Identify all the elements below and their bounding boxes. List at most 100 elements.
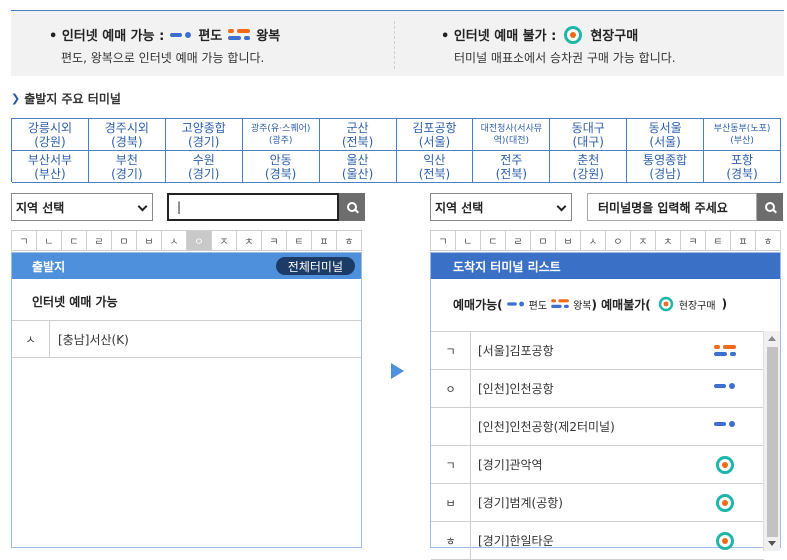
terminal-link[interactable]: 울산 (울산) bbox=[319, 151, 397, 183]
round-trip-icon bbox=[714, 344, 736, 358]
terminal-link[interactable]: 전주 (전북) bbox=[473, 151, 551, 183]
consonant-filter[interactable]: ㅇ bbox=[606, 231, 631, 251]
consonant-filter[interactable]: ㄷ bbox=[481, 231, 506, 251]
departure-header-label: 출발지 bbox=[32, 259, 66, 274]
consonant-filter[interactable]: ㄹ bbox=[87, 231, 112, 251]
terminal-name-cell: [경기]한일타운 bbox=[471, 522, 764, 559]
terminal-name: [경기]한일타운 bbox=[478, 534, 554, 548]
online-available-label: 인터넷 예매 가능 bbox=[32, 295, 118, 309]
consonant-filter[interactable]: ㅋ bbox=[681, 231, 706, 251]
consonant-filter[interactable]: ㅍ bbox=[312, 231, 337, 251]
list-item[interactable]: ㄱ [경기]관악역 bbox=[431, 446, 764, 484]
terminal-link-region: 역)(대전) bbox=[493, 135, 530, 146]
list-item[interactable]: ㄱ [서울]김포공항 bbox=[431, 332, 764, 370]
chevron-down-icon bbox=[137, 201, 148, 212]
arrival-search-input[interactable]: 터미널명을 입력해 주세요 bbox=[587, 193, 757, 221]
departure-search-button[interactable] bbox=[339, 193, 365, 221]
terminal-link[interactable]: 포항 (경북) bbox=[704, 151, 781, 183]
terminal-link-name: 대전청사(서사뮤 bbox=[480, 123, 543, 134]
terminal-link-region: (전북) bbox=[418, 166, 451, 181]
list-item[interactable]: ㅇ [인천]인천공항 bbox=[431, 370, 764, 408]
consonant-filter[interactable]: ㅂ bbox=[556, 231, 581, 251]
terminal-name: [인천]인천공항(제2터미널) bbox=[478, 420, 615, 434]
terminal-link[interactable]: 부천 (경기) bbox=[88, 151, 166, 183]
row-initial: ㅂ bbox=[431, 484, 471, 521]
consonant-filter[interactable]: ㅌ bbox=[706, 231, 731, 251]
terminal-link-name: 경주시외 bbox=[104, 120, 149, 135]
terminal-link-name: 수원 bbox=[192, 152, 215, 167]
departure-region-select-value: 지역 선택 bbox=[16, 200, 65, 215]
arrival-scrollbar[interactable] bbox=[763, 331, 780, 551]
consonant-filter[interactable]: ㅊ bbox=[656, 231, 681, 251]
consonant-filter[interactable]: ㅊ bbox=[237, 231, 262, 251]
arrival-search-button[interactable] bbox=[757, 193, 783, 221]
terminal-link[interactable]: 광주(유·스퀘어) (광주) bbox=[242, 119, 320, 151]
consonant-filter[interactable]: ㅈ bbox=[212, 231, 237, 251]
terminal-link[interactable]: 부산서부 (부산) bbox=[12, 151, 89, 183]
terminal-link[interactable]: 동대구 (대구) bbox=[550, 119, 628, 151]
terminal-name-cell: [서울]김포공항 bbox=[471, 332, 764, 369]
terminal-link[interactable]: 김포공항 (서울) bbox=[396, 119, 474, 151]
arrival-header-label: 도착지 터미널 리스트 bbox=[453, 259, 561, 274]
consonant-filter[interactable]: ㅂ bbox=[137, 231, 162, 251]
consonant-filter[interactable]: ㅁ bbox=[531, 231, 556, 251]
arrival-region-select[interactable]: 지역 선택 bbox=[430, 193, 572, 221]
departure-consonant-index: ㄱㄴㄷㄹㅁㅂㅅㅇㅈㅊㅋㅌㅍㅎ bbox=[11, 230, 362, 251]
terminal-link[interactable]: 동서울 (서울) bbox=[627, 119, 705, 151]
onsite-purchase-icon bbox=[716, 494, 734, 512]
consonant-filter[interactable]: ㅋ bbox=[262, 231, 287, 251]
terminal-link-name: 군산 bbox=[346, 120, 369, 135]
list-item[interactable]: ㅎ [경기]한일타운 bbox=[431, 522, 764, 560]
terminal-link-name: 동서울 bbox=[648, 120, 682, 135]
list-item[interactable]: ㅅ [충남]서산(K) bbox=[12, 320, 361, 358]
departure-search-input[interactable]: | bbox=[167, 193, 339, 221]
all-terminals-button[interactable]: 전체터미널 bbox=[275, 257, 355, 275]
consonant-filter[interactable]: ㅌ bbox=[287, 231, 312, 251]
consonant-filter[interactable]: ㄷ bbox=[62, 231, 87, 251]
consonant-filter[interactable]: ㄹ bbox=[506, 231, 531, 251]
terminal-link[interactable]: 수원 (경기) bbox=[165, 151, 243, 183]
scroll-thumb[interactable] bbox=[767, 347, 778, 537]
departure-region-select[interactable]: 지역 선택 bbox=[11, 193, 153, 221]
terminal-link[interactable]: 안동 (경북) bbox=[242, 151, 320, 183]
major-terminals-label: 출발지 주요 터미널 bbox=[24, 92, 121, 106]
consonant-filter[interactable]: ㅎ bbox=[756, 231, 781, 251]
terminal-link[interactable]: 부산동부(노포) (부산) bbox=[704, 119, 781, 151]
list-item[interactable]: [인천]인천공항(제2터미널) bbox=[431, 408, 764, 446]
terminal-name: [인천]인천공항 bbox=[478, 382, 554, 396]
terminal-link-name: 부천 bbox=[115, 152, 138, 167]
scroll-down-icon[interactable] bbox=[768, 541, 776, 546]
consonant-filter[interactable]: ㄱ bbox=[431, 231, 456, 251]
terminal-link[interactable]: 통영종합 (경남) bbox=[627, 151, 705, 183]
round-trip-icon bbox=[228, 28, 251, 42]
terminal-link[interactable]: 익산 (전북) bbox=[396, 151, 474, 183]
consonant-filter[interactable]: ㄴ bbox=[456, 231, 481, 251]
consonant-filter[interactable]: ㅁ bbox=[112, 231, 137, 251]
consonant-filter[interactable]: ㅅ bbox=[162, 231, 187, 251]
terminal-link[interactable]: 강릉시외 (강원) bbox=[12, 119, 89, 151]
terminal-link[interactable]: 대전청사(서사뮤 역)(대전) bbox=[473, 119, 551, 151]
list-item[interactable]: ㅂ [경기]범계(공항) bbox=[431, 484, 764, 522]
consonant-filter[interactable]: ㅈ bbox=[631, 231, 656, 251]
consonant-filter[interactable]: ㅍ bbox=[731, 231, 756, 251]
terminal-link[interactable]: 춘천 (강원) bbox=[550, 151, 628, 183]
terminal-link-region: (경북) bbox=[264, 166, 297, 181]
consonant-filter[interactable]: ㅎ bbox=[337, 231, 362, 251]
row-initial bbox=[431, 408, 471, 445]
arrival-header: 도착지 터미널 리스트 bbox=[431, 253, 780, 279]
consonant-filter[interactable]: ㅅ bbox=[581, 231, 606, 251]
terminal-link[interactable]: 고양종합 (경기) bbox=[165, 119, 243, 151]
terminal-name-cell: [인천]인천공항 bbox=[471, 370, 764, 407]
consonant-filter[interactable]: ㄱ bbox=[12, 231, 37, 251]
oneway-label: 편도 bbox=[528, 300, 548, 312]
terminal-link[interactable]: 군산 (전북) bbox=[319, 119, 397, 151]
consonant-filter[interactable]: ㄴ bbox=[37, 231, 62, 251]
arrival-terminal-list: ㄱ [서울]김포공항 ㅇ [인천]인천공항 [인천]인천공항(제2터미널) ㄱ [경기]관악… bbox=[431, 331, 764, 560]
arrival-consonant-index: ㄱㄴㄷㄹㅁㅂㅅㅇㅈㅊㅋㅌㅍㅎ bbox=[430, 230, 781, 251]
consonant-filter[interactable]: ㅇ bbox=[187, 231, 212, 251]
row-initial: ㄱ bbox=[431, 446, 471, 483]
terminal-link-region: (경기) bbox=[111, 166, 143, 181]
terminal-link[interactable]: 경주시외 (경북) bbox=[88, 119, 166, 151]
arrival-panel: 도착지 터미널 리스트 예매가능( 편도 왕복 ) 예매불가( 현장구매 ) ㄱ… bbox=[430, 252, 781, 560]
scroll-up-icon[interactable] bbox=[768, 336, 776, 341]
